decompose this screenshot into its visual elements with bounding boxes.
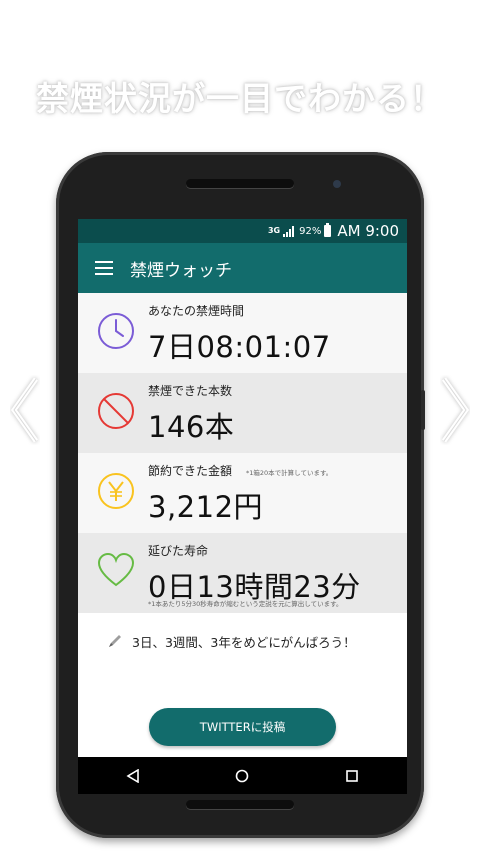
card-smoke-free-time: あなたの禁煙時間 7日08:01:07	[78, 293, 407, 373]
previous-arrow-icon[interactable]	[10, 375, 40, 445]
headline: 禁煙状況が一目でわかる！	[36, 79, 444, 118]
home-icon	[236, 769, 249, 782]
card-label: 禁煙できた本数	[148, 384, 233, 398]
clock-time: AM 9:00	[337, 222, 399, 240]
earpiece-speaker	[186, 179, 294, 188]
card-label: あなたの禁煙時間	[148, 304, 245, 318]
menu-icon[interactable]	[95, 261, 113, 275]
yen-icon	[98, 473, 134, 509]
battery-icon	[324, 223, 332, 237]
card-label: 延びた寿命	[148, 544, 209, 558]
bottom-speaker	[186, 800, 294, 809]
heart-icon	[97, 552, 135, 587]
phone-screen: 3G 92% AM 9:00 禁煙ウォッチ あなたの禁煙時間 7日08:01:0…	[78, 219, 407, 794]
no-smoking-icon	[98, 393, 134, 429]
side-button	[421, 390, 425, 430]
battery-percent: 92%	[299, 225, 322, 237]
app-title: 禁煙ウォッチ	[130, 260, 232, 281]
app-bar: 禁煙ウォッチ	[78, 243, 407, 293]
goal-text: 3日、3週間、3年をめどにがんばろう！	[132, 634, 356, 650]
twitter-post-button[interactable]: TWITTERに投稿	[149, 708, 336, 746]
goal-message: 3日、3週間、3年をめどにがんばろう！	[78, 619, 407, 663]
recents-button[interactable]	[322, 757, 382, 794]
recents-icon	[346, 769, 358, 782]
front-camera	[333, 180, 341, 188]
home-button[interactable]	[212, 757, 272, 794]
card-value: 7日08:01:07	[148, 330, 331, 364]
card-value: 146本	[148, 410, 235, 444]
next-arrow-icon[interactable]	[440, 375, 470, 445]
signal-icon	[283, 225, 295, 237]
card-subnote: *1本あたり5分30秒寿命が縮むという定説を元に算出しています。	[148, 600, 343, 608]
card-label: 節約できた金額	[148, 464, 233, 478]
network-type: 3G	[267, 226, 281, 235]
card-value: 3,212円	[148, 490, 264, 524]
pencil-icon	[109, 635, 121, 647]
card-cigarettes-avoided: 禁煙できた本数 146本	[78, 373, 407, 453]
card-note: *1箱20本で計算しています。	[246, 469, 333, 477]
status-bar: 3G 92% AM 9:00	[78, 219, 407, 243]
back-button[interactable]	[103, 757, 163, 794]
clock-icon	[98, 313, 134, 349]
back-icon	[126, 768, 139, 783]
card-life-extended: 延びた寿命 0日13時間23分 *1本あたり5分30秒寿命が縮むという定説を元に…	[78, 533, 407, 613]
card-money-saved: 節約できた金額 *1箱20本で計算しています。 3,212円	[78, 453, 407, 533]
system-nav-bar	[78, 757, 407, 794]
